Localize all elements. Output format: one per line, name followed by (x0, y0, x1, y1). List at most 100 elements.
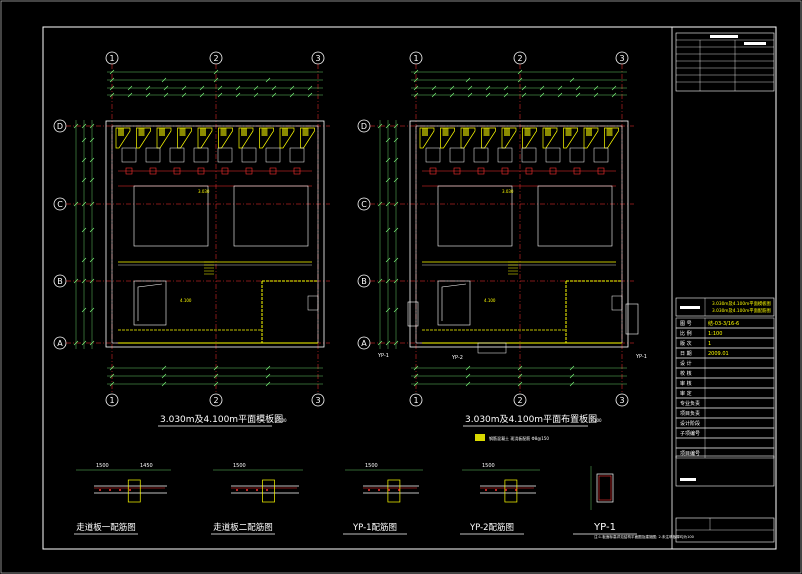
slab-hatch (118, 128, 124, 136)
detail-dimension: 1500 (365, 463, 378, 469)
rebar-dot (398, 489, 400, 491)
plan-scale-right: 1:100 (590, 418, 602, 423)
rebar-dot (505, 489, 507, 491)
detail-dimension: 1500 (233, 463, 246, 469)
note-text: 注:1.板面标高详见结构平面图及建施图; 2.未注明板厚均为100 (594, 534, 695, 539)
slab-hatch (565, 128, 572, 136)
title-block-row-label: 审 定 (680, 390, 692, 397)
title-block-row-label: 版 次 (680, 340, 692, 347)
rebar-dot (368, 489, 370, 491)
cubicle (169, 147, 185, 163)
plan-scale-left: 1:100 (275, 418, 287, 423)
slab-hatch (241, 128, 247, 136)
slab-hatch (586, 128, 592, 136)
rebar-dot (99, 489, 101, 491)
slab-hatch (261, 128, 268, 136)
detail-3: 1500 YP-1配筋图 (343, 463, 423, 535)
outer-wall (409, 120, 629, 348)
axis-label-left: A (361, 339, 367, 348)
slab-hatch (442, 128, 449, 136)
detail-title: YP-2配筋图 (469, 522, 514, 533)
room-left (437, 185, 513, 247)
axis-label-left: D (361, 122, 367, 131)
title-block-row-label: 审 核 (680, 380, 692, 387)
cubicle (265, 147, 281, 163)
lower-room (133, 280, 167, 326)
axis-label-bottom: 3 (619, 396, 624, 405)
axis-label-top: 2 (517, 54, 522, 63)
section-details: 1500 1450走道板一配筋图1500走道板二配筋图1500YP-1配筋图150… (74, 463, 637, 535)
cubicle (241, 147, 257, 163)
plan-title-left: 3.030m及4.100m平面模板图 (160, 413, 283, 425)
axis-label-bottom: 2 (213, 396, 218, 405)
outer-wall (105, 120, 325, 348)
plan-formwork: 1 1 2 2 3 3 D C B A 3.030 4.100 (53, 51, 330, 407)
axis-label-top: 1 (413, 54, 418, 63)
slab-hatch (483, 128, 490, 136)
cad-drawing-sheet: 3.030m及4.100m平面模板图 3.030m及4.100m平面配筋图 图 … (0, 0, 802, 574)
title-block: 3.030m及4.100m平面模板图 3.030m及4.100m平面配筋图 图 … (671, 27, 775, 549)
inner-frame (42, 26, 777, 550)
elevation-label: 3.030 (502, 189, 514, 194)
rebar-dot (119, 489, 121, 491)
cubicle (593, 147, 609, 163)
cubicle (121, 147, 137, 163)
cubicle (193, 147, 209, 163)
lower-room-opening (441, 283, 467, 321)
beam-section (387, 479, 401, 503)
stirrup (598, 475, 612, 501)
axis-label-top: 1 (109, 54, 114, 63)
axis-label-left: B (57, 277, 63, 286)
title-block-row-label: 设 计 (680, 360, 692, 367)
rebar-dot (485, 489, 487, 491)
rebar-dot (256, 489, 258, 491)
detail-title: 走道板二配筋图 (213, 522, 273, 533)
title-block-rows: 图 号 结-03-3/16-6 比 例 1:100 版 次 1 日 期 2009.01 设 计校… (675, 317, 775, 459)
plan-layout: 1 1 2 2 3 3 D C B A 3.030 4.100 YP-1 YP-2 YP-1 (357, 51, 647, 407)
axis-label-bottom: 1 (109, 396, 114, 405)
slab-hatch (179, 128, 186, 136)
detail-5: YP-1 (573, 466, 637, 535)
hatch-legend: 钢筋混凝土 现浇板配筋 Φ8@150 (475, 434, 549, 441)
axis-label-left: D (57, 122, 63, 131)
title-block-header-table (675, 32, 775, 92)
room-right (233, 185, 309, 247)
title-block-row (675, 437, 775, 449)
beam-section (262, 479, 275, 503)
cubicle (449, 147, 465, 163)
stamp-box (675, 455, 775, 487)
axis-label-left: C (361, 200, 367, 209)
beam-section (127, 479, 141, 503)
axis-label-bottom: 1 (413, 396, 418, 405)
outer-border (0, 0, 802, 574)
detail-2: 1500 走道板二配筋图 (211, 463, 303, 535)
rebar-dot (266, 489, 268, 491)
axis-label-top: 3 (315, 54, 320, 63)
rebar-dot (236, 489, 238, 491)
slab-hatch (220, 128, 227, 136)
detail-dimension: 1500 (96, 463, 109, 469)
inner-wall (415, 125, 623, 344)
title-block-row-label: 图 号 (680, 321, 692, 327)
title-block-row-value: 1 (708, 341, 711, 347)
axis-label-bottom: 2 (517, 396, 522, 405)
slab-hatch (463, 128, 469, 136)
detail-1: 1500 1450 走道板一配筋图 (74, 463, 171, 535)
cubicle (569, 147, 585, 163)
title-block-row-label: 校 核 (680, 370, 692, 377)
elevation-label: 4.100 (484, 298, 496, 303)
room-right (537, 185, 613, 247)
slab-hatch (524, 128, 531, 136)
slab-hatch (606, 128, 613, 136)
callout-marker (407, 301, 419, 327)
axis-label-left: C (57, 200, 63, 209)
cubicle (497, 147, 513, 163)
corner-room (307, 295, 319, 311)
axis-label-left: A (57, 339, 63, 348)
elevation-label: 3.030 (198, 189, 210, 194)
detail-dimension: 1450 (140, 463, 153, 469)
cubicle (289, 147, 305, 163)
axis-label-top: 3 (619, 54, 624, 63)
title-block-row-label: 专业负责 (680, 400, 700, 407)
callout-label: YP-2 (451, 355, 463, 361)
